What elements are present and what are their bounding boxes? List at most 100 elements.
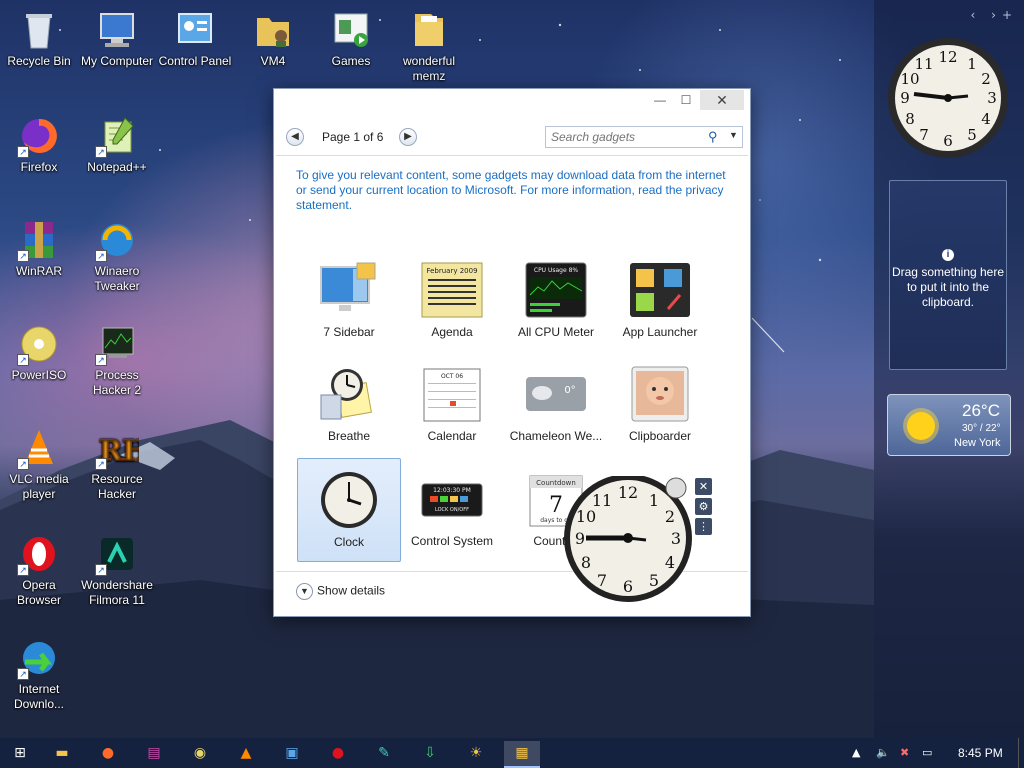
svg-text:5: 5 xyxy=(967,126,977,144)
close-icon[interactable]: ✕ xyxy=(695,478,712,495)
control-system-gadget-icon: 12:03:30 PM LOCK ON/OFF xyxy=(420,470,484,528)
resource-hacker-icon: RH ↗ xyxy=(95,426,149,470)
poweriso-icon[interactable]: ◉ xyxy=(182,741,218,768)
process-hacker-icon[interactable]: ✎ xyxy=(366,741,402,768)
notepad-plus-plus-icon: ↗ xyxy=(95,114,139,158)
weather-app-icon[interactable]: ☀ xyxy=(458,741,494,768)
control-panel-icon[interactable]: ▣ xyxy=(274,741,310,768)
internet-download-manager-icon[interactable]: ⇩ xyxy=(412,741,448,768)
search-box[interactable]: ⚲ ▼ xyxy=(545,126,743,148)
privacy-notice-link[interactable]: To give you relevant content, some gadge… xyxy=(296,168,736,213)
volume-muted-icon[interactable]: 🔈 xyxy=(876,746,890,759)
desktop-icon-winrar[interactable]: ↗ WinRAR xyxy=(0,218,78,279)
svg-text:11: 11 xyxy=(592,491,612,510)
chevron-down-icon[interactable]: ▼ xyxy=(729,130,738,140)
minimize-button[interactable]: — xyxy=(648,90,672,110)
desktop-icon-process-hacker[interactable]: ↗ Process Hacker 2 xyxy=(78,322,156,398)
svg-text:3: 3 xyxy=(671,529,681,548)
gadget-tile-all-cpu-meter[interactable]: CPU Usage 8% All CPU Meter xyxy=(504,249,608,353)
process-hacker-icon: ↗ xyxy=(95,322,139,366)
display-icon[interactable]: ▭ xyxy=(922,746,932,759)
desktop-icon-recycle-bin[interactable]: Recycle Bin xyxy=(0,8,78,69)
gadget-tile-calendar[interactable]: OCT 06 Calendar xyxy=(400,353,504,457)
gadget-sidebar: ‹ ›+ 12 3 6 9 1245 7 8 10 11 i Drag something … xyxy=(874,0,1024,738)
file-explorer-icon[interactable]: ▬ xyxy=(44,741,80,768)
maximize-button[interactable]: ☐ xyxy=(674,90,698,110)
svg-text:11: 11 xyxy=(914,55,933,73)
svg-text:12: 12 xyxy=(938,48,957,66)
svg-text:6: 6 xyxy=(943,132,953,150)
vlc-icon[interactable]: ▲ xyxy=(228,741,264,768)
desktop-icon-firefox[interactable]: ↗ Firefox xyxy=(0,114,78,175)
analog-clock-gadget[interactable]: 12369 1245 781011 xyxy=(886,36,1010,160)
desktop-icon-wonderful-memz[interactable]: wonderful memz xyxy=(390,8,468,84)
firefox-icon[interactable]: ● xyxy=(90,741,126,768)
desktop-icon-resource-hacker[interactable]: RH ↗ Resource Hacker xyxy=(78,426,156,502)
start-button[interactable]: ⊞ xyxy=(2,741,38,768)
gadget-tile-7-sidebar[interactable]: 7 Sidebar xyxy=(297,249,401,353)
gadget-tile-app-launcher[interactable]: App Launcher xyxy=(608,249,712,353)
weather-gadget[interactable]: 26°C 30° / 22° New York xyxy=(887,394,1011,456)
desktop-icon-control-panel[interactable]: Control Panel xyxy=(156,8,234,69)
gadget-tile-control-system[interactable]: 12:03:30 PM LOCK ON/OFF Control System xyxy=(400,458,504,562)
clock-time[interactable]: 8:45 PM xyxy=(958,746,1003,760)
desktop-icon-vm4[interactable]: VM4 xyxy=(234,8,312,69)
desktop-icon-my-computer[interactable]: My Computer xyxy=(78,8,156,69)
svg-text:3: 3 xyxy=(987,89,997,107)
wrench-icon[interactable]: ⚙ xyxy=(695,498,712,515)
gadget-tile-clipboarder[interactable]: Clipboarder xyxy=(608,353,712,457)
gadget-tile-breathe[interactable]: Breathe xyxy=(297,353,401,457)
chevron-up-icon[interactable]: ▲ xyxy=(852,746,860,759)
desktop-icon-opera[interactable]: ↗ Opera Browser xyxy=(0,532,78,608)
desktop-icon-vlc[interactable]: ↗ VLC media player xyxy=(0,426,78,502)
chevron-down-icon[interactable]: ▼ xyxy=(296,583,313,600)
title-bar[interactable]: — ☐ ✕ xyxy=(274,89,750,111)
desktop-icon-internet-download-manager[interactable]: ↗ Internet Downlo... xyxy=(0,636,78,712)
floating-clock-gadget[interactable]: 12369 1245 781011 xyxy=(556,476,696,606)
show-details-toggle[interactable]: ▼ Show details xyxy=(296,583,385,600)
svg-text:8: 8 xyxy=(581,553,591,572)
folder-icon xyxy=(407,8,451,52)
drag-handle-icon[interactable]: ⋮ xyxy=(695,518,712,535)
svg-text:4: 4 xyxy=(665,553,675,572)
sun-icon xyxy=(903,408,939,444)
previous-page-button[interactable]: ◀ xyxy=(286,128,304,146)
winrar-icon[interactable]: ▤ xyxy=(136,741,172,768)
opera-icon[interactable]: ● xyxy=(320,741,356,768)
winaero-tweaker-icon: ↗ xyxy=(95,218,139,262)
desktop-icon-notepad-plus-plus[interactable]: ↗ Notepad++ xyxy=(78,114,156,175)
shortcut-arrow-icon: ↗ xyxy=(95,146,107,158)
next-page-button[interactable]: ▶ xyxy=(399,128,417,146)
app-launcher-gadget-icon xyxy=(628,261,692,319)
info-icon: i xyxy=(942,249,954,261)
show-desktop-button[interactable] xyxy=(1018,738,1024,768)
clipboard-gadget[interactable]: i Drag something here to put it into the… xyxy=(889,180,1007,370)
agenda-gadget-icon: February 2009 xyxy=(420,261,484,319)
desktop-icon-winaero-tweaker[interactable]: ↗ Winaero Tweaker xyxy=(78,218,156,294)
desktop-icon-filmora[interactable]: ↗ Wondershare Filmora 11 xyxy=(78,532,156,608)
sidebar-controls[interactable]: ‹ ›+ xyxy=(971,8,1018,22)
gadget-toolbar: ✕ ⚙ ⋮ xyxy=(695,478,715,538)
gadget-tile-agenda[interactable]: February 2009 Agenda xyxy=(400,249,504,353)
svg-text:0°: 0° xyxy=(564,385,575,396)
games-icon xyxy=(329,8,373,52)
chameleon-weather-gadget-icon: 0° xyxy=(524,365,588,423)
desktop-icon-games[interactable]: Games xyxy=(312,8,390,69)
weather-range: 30° / 22° xyxy=(962,423,1001,434)
clipboarder-gadget-icon xyxy=(628,365,692,423)
search-icon[interactable]: ⚲ xyxy=(708,129,718,145)
svg-text:9: 9 xyxy=(575,529,585,548)
desktop-icon-poweriso[interactable]: ↗ PowerISO xyxy=(0,322,78,383)
winrar-icon: ↗ xyxy=(17,218,61,262)
control-panel-icon xyxy=(173,8,217,52)
opera-icon: ↗ xyxy=(17,532,61,576)
network-error-icon[interactable]: ✖ xyxy=(900,746,909,759)
gadget-tile-chameleon-weather[interactable]: 0° Chameleon We... xyxy=(504,353,608,457)
svg-text:4: 4 xyxy=(981,110,991,128)
gadget-tile-clock[interactable]: Clock xyxy=(297,458,401,562)
close-button[interactable]: ✕ xyxy=(700,90,744,110)
breathe-gadget-icon xyxy=(317,365,381,423)
gadgets-taskbar-icon[interactable]: ▦ xyxy=(504,741,540,768)
calendar-gadget-icon: OCT 06 xyxy=(420,365,484,423)
search-input[interactable] xyxy=(551,127,701,147)
